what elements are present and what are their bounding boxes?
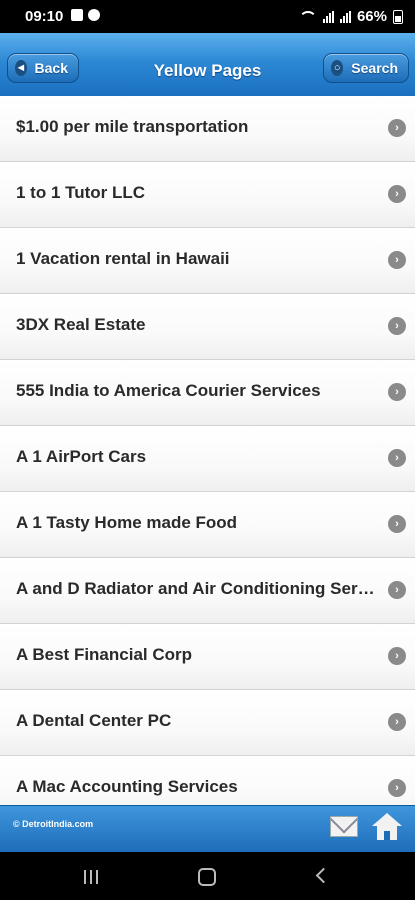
chevron-right-icon: › xyxy=(388,383,406,401)
wifi-icon xyxy=(298,10,317,23)
back-nav-icon[interactable] xyxy=(315,867,332,884)
list-item-label: A and D Radiator and Air Conditioning Se… xyxy=(16,579,375,598)
list-item[interactable]: 555 India to America Courier Services › xyxy=(0,360,415,426)
home-door xyxy=(384,831,390,840)
list-item[interactable]: A 1 AirPort Cars › xyxy=(0,426,415,492)
chevron-right-icon: › xyxy=(388,251,406,269)
footer-copyright: © DetroitIndia.com xyxy=(13,819,94,829)
list-item-label: 555 India to America Courier Services xyxy=(16,381,321,400)
list-item-label: 1 Vacation rental in Hawaii xyxy=(16,249,230,268)
list-item-label: A 1 AirPort Cars xyxy=(16,447,147,466)
chevron-right-icon: › xyxy=(388,317,406,335)
list-item[interactable]: A and D Radiator and Air Conditioning Se… xyxy=(0,558,415,624)
chevron-right-icon: › xyxy=(388,515,406,533)
chevron-right-icon: › xyxy=(388,185,406,203)
chevron-right-icon: › xyxy=(388,119,406,137)
mail-icon[interactable] xyxy=(330,816,358,837)
recents-icon[interactable] xyxy=(84,870,98,884)
magnifier-icon: ○ xyxy=(331,60,344,76)
list-item[interactable]: $1.00 per mile transportation › xyxy=(0,96,415,162)
home-nav-icon[interactable] xyxy=(198,868,216,886)
list-item-label: A Dental Center PC xyxy=(16,711,172,730)
list-item[interactable]: 3DX Real Estate › xyxy=(0,294,415,360)
list-item[interactable]: A 1 Tasty Home made Food › xyxy=(0,492,415,558)
list-item-label: 3DX Real Estate xyxy=(16,315,146,334)
list-item-label: $1.00 per mile transportation xyxy=(16,117,249,136)
battery-percent: 66% xyxy=(356,8,387,25)
status-bar: 09:10 66% xyxy=(0,0,415,33)
search-button[interactable]: ○ Search xyxy=(323,53,409,83)
signal-icon xyxy=(322,10,334,23)
chevron-right-icon: › xyxy=(388,647,406,665)
list-item-label: A Best Financial Corp xyxy=(16,645,193,664)
list-item[interactable]: 1 to 1 Tutor LLC › xyxy=(0,162,415,228)
list-item-label: A 1 Tasty Home made Food xyxy=(16,513,238,532)
app-footer: © DetroitIndia.com xyxy=(0,805,415,853)
list-item[interactable]: 1 Vacation rental in Hawaii › xyxy=(0,228,415,294)
battery-icon xyxy=(393,9,403,24)
status-time: 09:10 xyxy=(25,8,64,25)
chevron-right-icon: › xyxy=(388,713,406,731)
list-item[interactable]: A Dental Center PC › xyxy=(0,690,415,756)
status-right: 66% xyxy=(298,8,403,25)
signal-icon-2 xyxy=(339,10,351,23)
gallery-notification-icon xyxy=(71,9,83,21)
chevron-right-icon: › xyxy=(388,449,406,467)
facebook-notification-icon xyxy=(88,9,100,21)
app-header: ◄ Back Yellow Pages ○ Search xyxy=(0,33,415,97)
system-nav-bar xyxy=(0,852,415,900)
home-roof xyxy=(372,813,402,826)
yellow-pages-list: $1.00 per mile transportation › 1 to 1 Tu… xyxy=(0,96,415,805)
list-item[interactable]: A Best Financial Corp › xyxy=(0,624,415,690)
list-item-label: 1 to 1 Tutor LLC xyxy=(16,183,146,202)
search-button-label: Search xyxy=(351,60,398,76)
chevron-right-icon: › xyxy=(388,581,406,599)
notification-icons xyxy=(71,9,100,21)
list-item-label: A Mac Accounting Services xyxy=(16,777,238,796)
list-item[interactable]: A Mac Accounting Services › xyxy=(0,756,415,805)
chevron-right-icon: › xyxy=(388,779,406,797)
home-icon[interactable] xyxy=(372,813,402,843)
